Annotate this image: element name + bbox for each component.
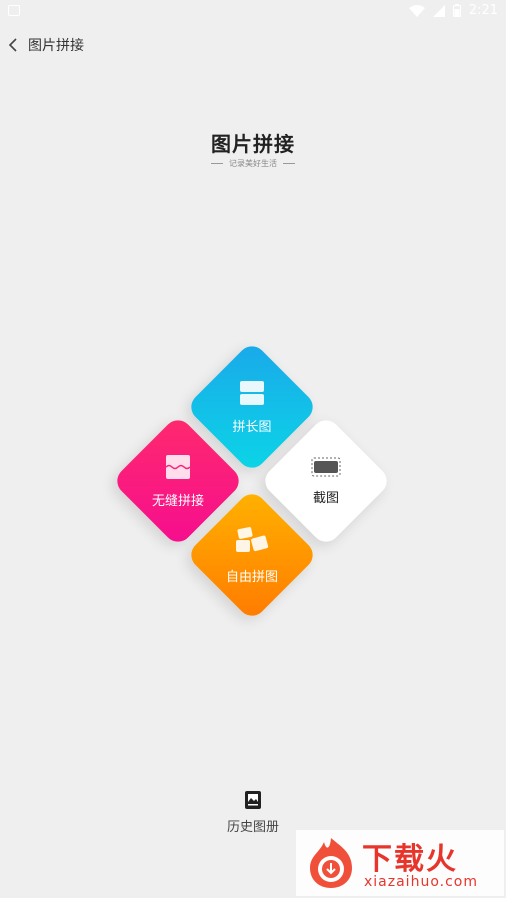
- history-album-button[interactable]: 历史图册: [213, 790, 293, 840]
- page-title: 图片拼接: [211, 132, 295, 156]
- divider: [211, 163, 223, 164]
- page-subtitle: 记录美好生活: [0, 158, 506, 169]
- back-button[interactable]: 图片拼接: [0, 28, 94, 62]
- watermark-title: 下载火: [362, 842, 458, 877]
- back-button-label: 图片拼接: [28, 38, 84, 54]
- battery-icon: [452, 4, 461, 17]
- top-bar: 图片拼接: [0, 28, 506, 62]
- clock: 2:21: [468, 3, 498, 18]
- flame-logo-icon: [310, 838, 352, 888]
- history-album-label: 历史图册: [226, 820, 279, 835]
- watermark-url: xiazaihuo.com: [364, 874, 478, 890]
- wifi-icon: [408, 4, 425, 17]
- notification-icon: [8, 5, 20, 16]
- subtitle-text: 记录美好生活: [229, 159, 277, 168]
- watermark: 下载火 xiazaihuo.com: [296, 830, 504, 896]
- status-bar: 2:21: [0, 0, 506, 22]
- chevron-left-icon: [8, 38, 17, 52]
- album-icon: [245, 791, 261, 809]
- signal-icon: [432, 4, 445, 17]
- divider: [283, 163, 295, 164]
